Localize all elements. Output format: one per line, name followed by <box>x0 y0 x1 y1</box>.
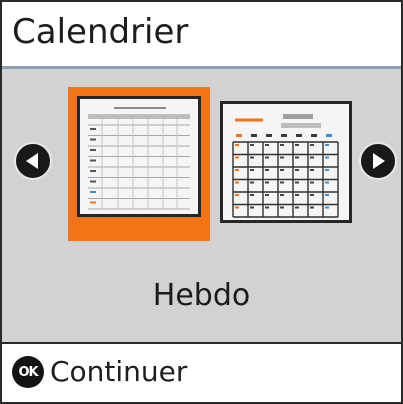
footer-bar: OK Continuer <box>2 342 401 402</box>
monthly-calendar-option[interactable] <box>220 101 352 223</box>
continue-label: Continuer <box>50 355 188 388</box>
header-bar: Calendrier <box>2 2 401 69</box>
weekly-calendar-option[interactable] <box>68 87 210 241</box>
option-label: Hebdo <box>152 278 251 313</box>
chevron-left-icon <box>26 153 38 169</box>
monthly-calendar-thumbnail <box>232 114 339 218</box>
next-option-button[interactable] <box>359 142 397 180</box>
weekly-calendar-thumbnail <box>77 96 201 217</box>
ok-button-icon: OK <box>12 356 44 388</box>
weekly-grid-icon <box>88 107 190 210</box>
calendar-layout-screen: Calendrier Hebdo OK Continuer <box>0 0 403 404</box>
screen-title: Calendrier <box>12 12 189 52</box>
chevron-right-icon <box>373 153 385 169</box>
previous-option-button[interactable] <box>14 142 52 180</box>
